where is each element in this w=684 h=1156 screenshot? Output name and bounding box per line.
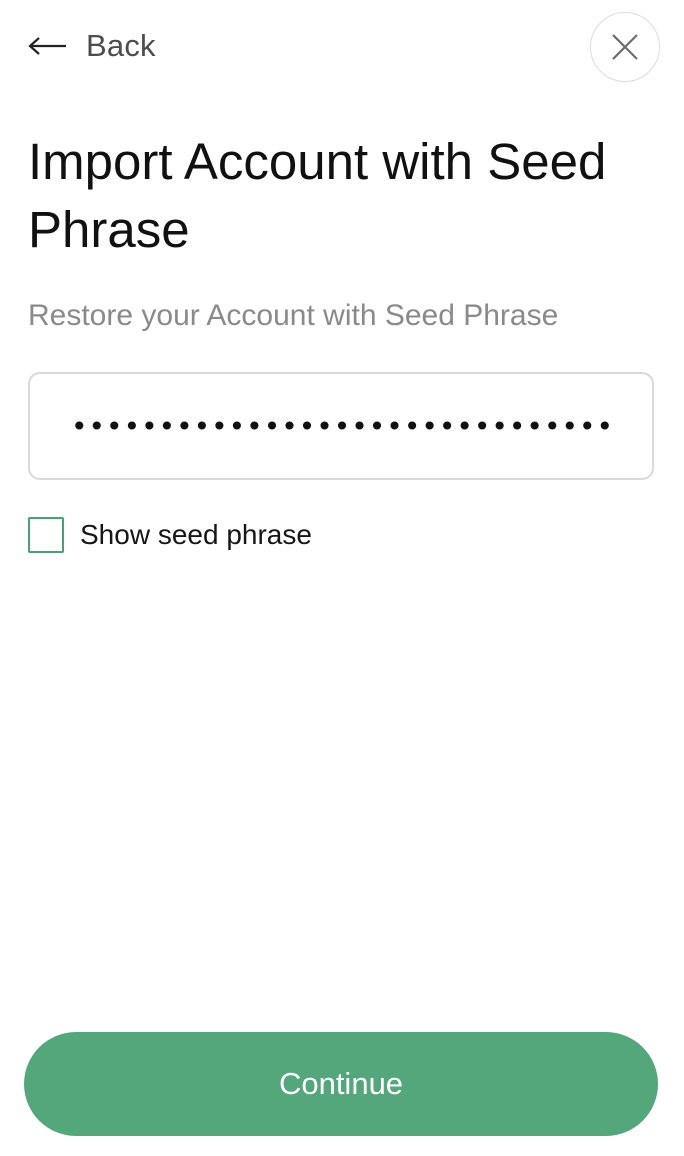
continue-button[interactable]: Continue <box>24 1032 658 1136</box>
page-subtitle: Restore your Account with Seed Phrase <box>28 299 559 332</box>
show-seed-toggle[interactable]: Show seed phrase <box>28 516 312 554</box>
show-seed-checkbox[interactable] <box>28 517 64 553</box>
import-seed-screen: Back Import Account with Seed Phrase Res… <box>0 0 684 1156</box>
back-label: Back <box>86 28 156 63</box>
page-title: Import Account with Seed Phrase <box>28 133 607 258</box>
close-icon <box>610 32 640 62</box>
close-button[interactable] <box>590 12 660 82</box>
back-button[interactable]: Back <box>28 24 156 68</box>
seed-phrase-input[interactable] <box>30 374 652 478</box>
arrow-left-icon <box>28 36 68 56</box>
seed-phrase-field <box>28 372 654 480</box>
show-seed-label: Show seed phrase <box>80 519 312 550</box>
